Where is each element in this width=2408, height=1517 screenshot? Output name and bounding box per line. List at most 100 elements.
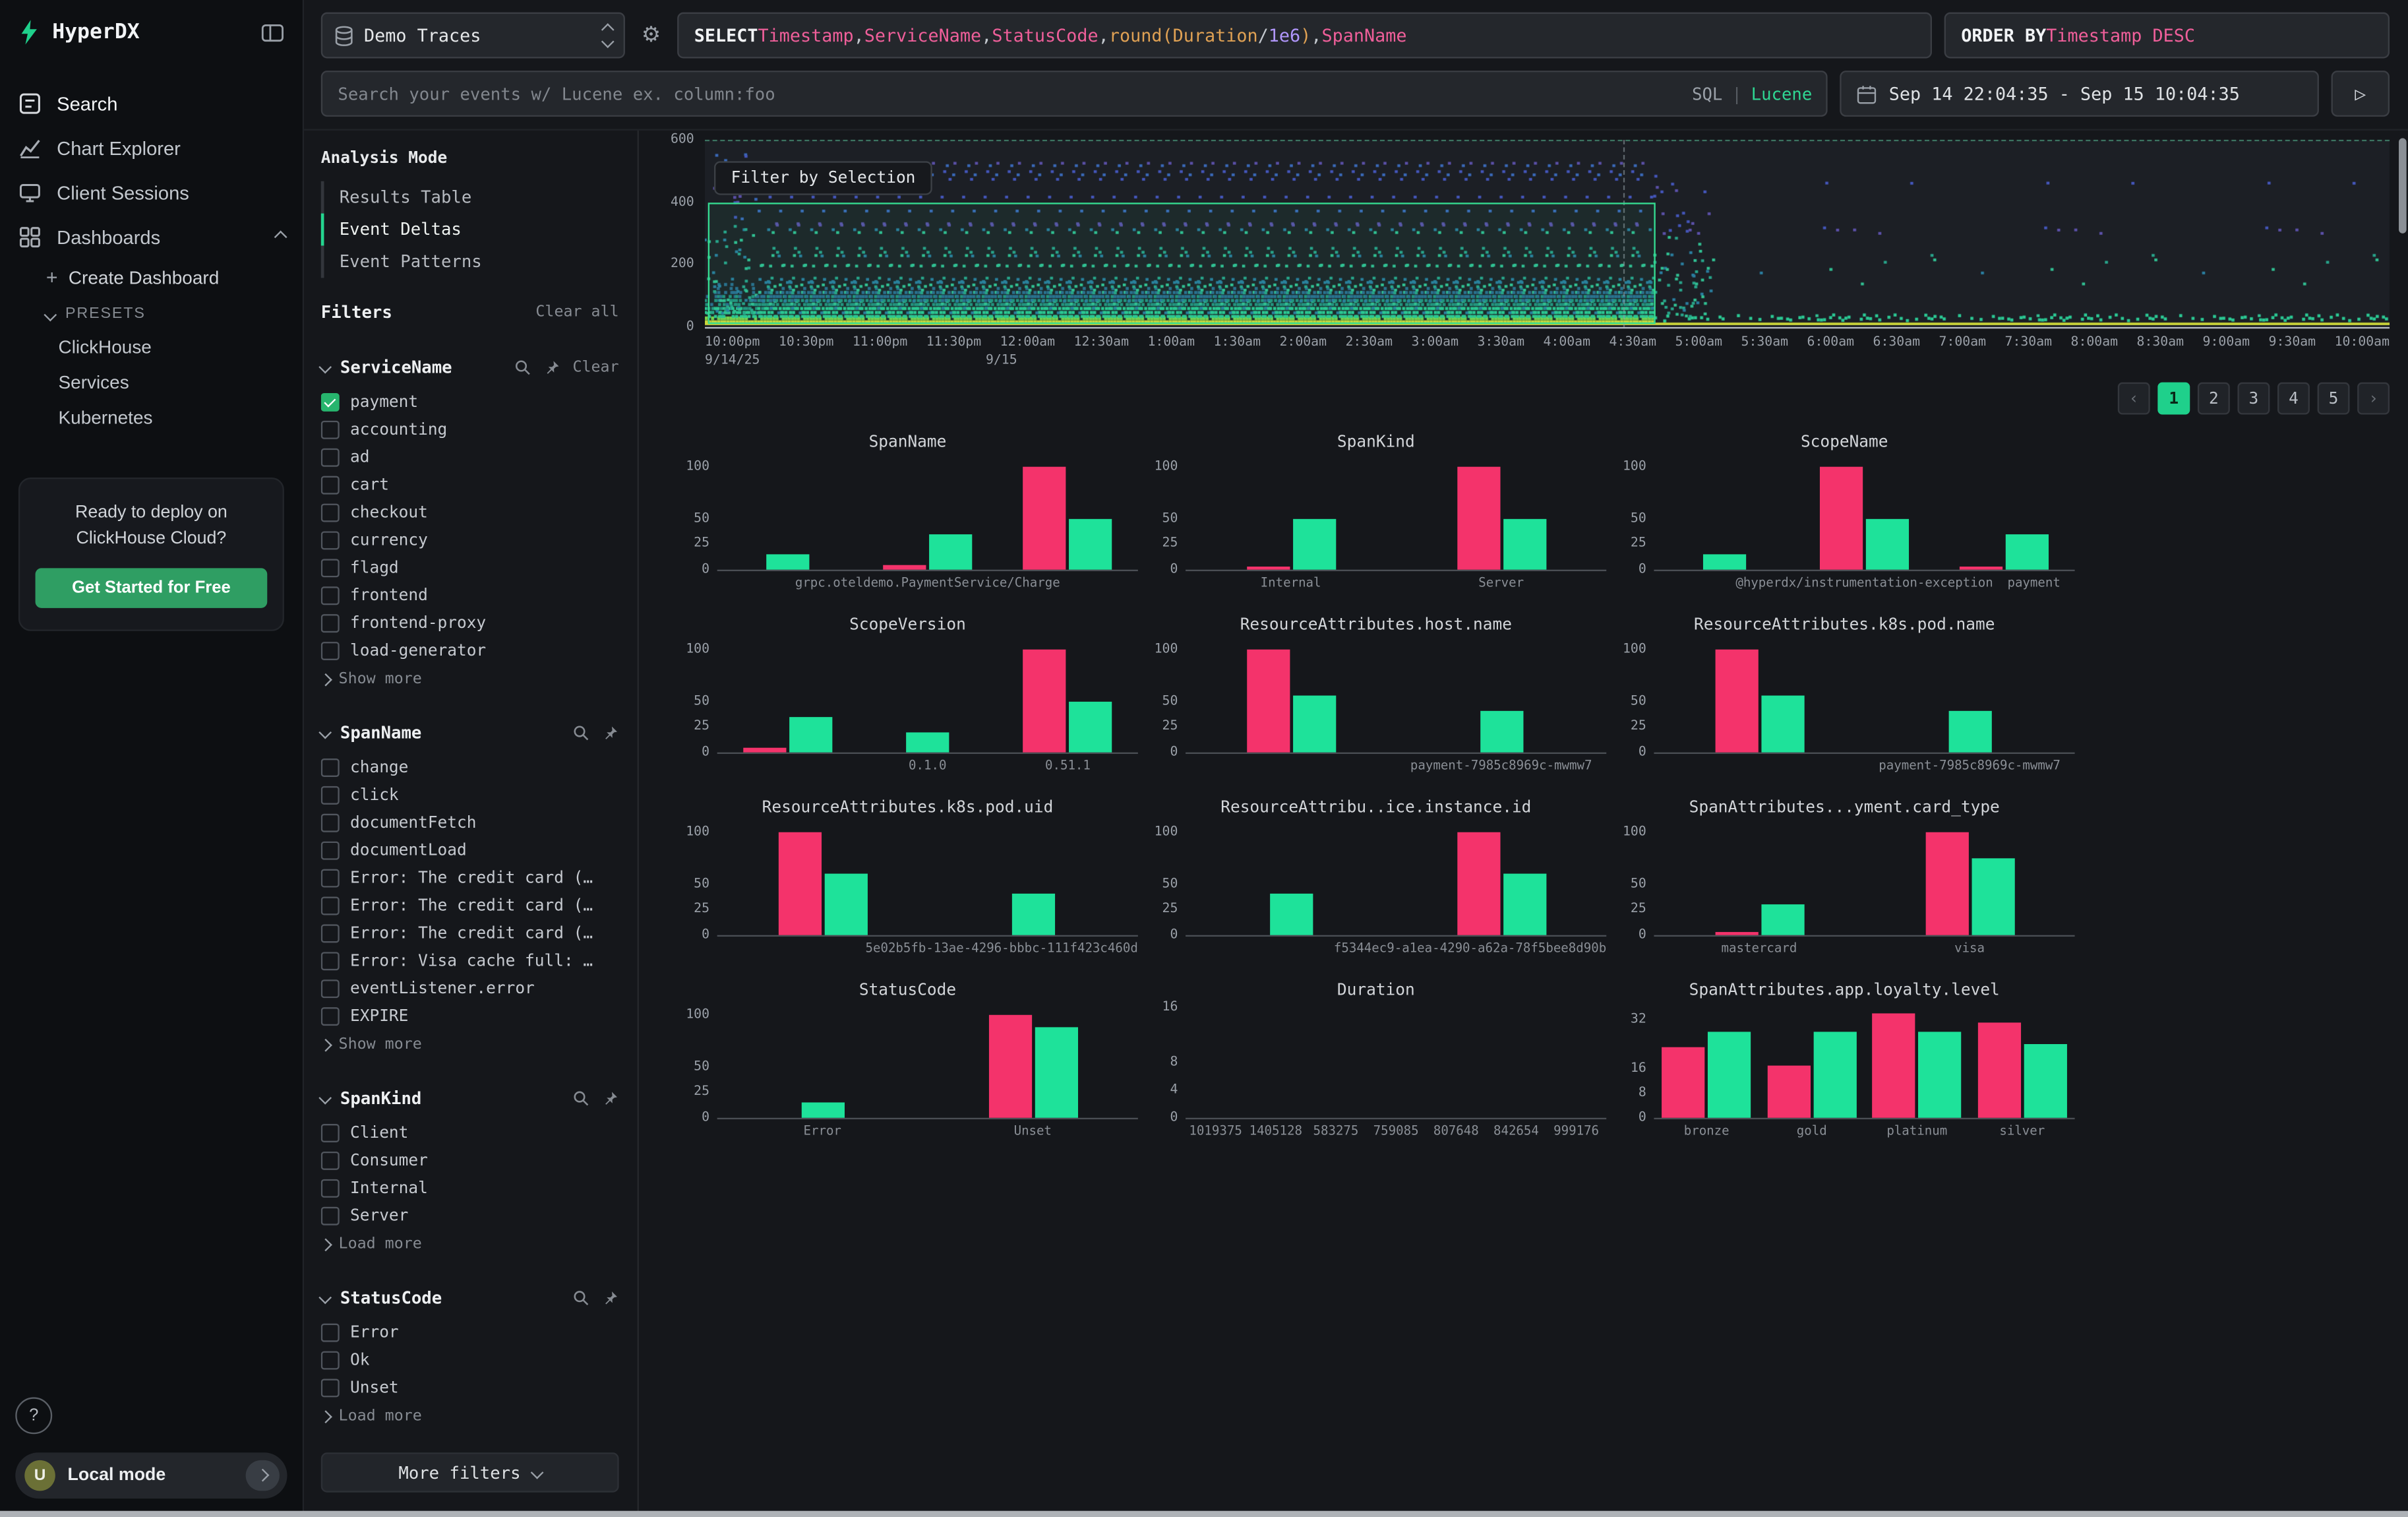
filter-option[interactable]: Error: The credit card (… — [321, 865, 619, 892]
checkbox[interactable] — [321, 1207, 340, 1225]
checkbox[interactable] — [321, 979, 340, 998]
filter-option[interactable]: click — [321, 782, 619, 809]
page-button-1[interactable]: 1 — [2157, 383, 2190, 415]
filter-option[interactable]: Error: The credit card (… — [321, 919, 619, 947]
filter-option[interactable]: Consumer — [321, 1147, 619, 1175]
search-icon[interactable] — [573, 1289, 590, 1306]
filter-option[interactable]: ad — [321, 444, 619, 472]
vertical-scrollbar-thumb[interactable] — [2399, 139, 2407, 233]
sidebar-item-chart-explorer[interactable]: Chart Explorer — [0, 126, 303, 171]
sidebar-item-search[interactable]: Search — [0, 81, 303, 126]
page-button-3[interactable]: 3 — [2237, 383, 2270, 415]
show-more-button[interactable]: Show more — [321, 671, 619, 688]
checkbox[interactable] — [321, 1124, 340, 1142]
prev-page-button[interactable]: ‹ — [2118, 383, 2150, 415]
more-filters-button[interactable]: More filters — [321, 1452, 619, 1493]
horizontal-scrollbar[interactable] — [0, 1511, 2408, 1517]
filter-group-header[interactable]: SpanName — [321, 718, 619, 746]
checkbox[interactable] — [321, 476, 340, 495]
checkbox[interactable] — [321, 842, 340, 860]
checkbox[interactable] — [321, 924, 340, 943]
show-more-button[interactable]: Load more — [321, 1408, 619, 1425]
sidebar-item-client-sessions[interactable]: Client Sessions — [0, 170, 303, 215]
checkbox[interactable] — [321, 393, 340, 412]
filter-option[interactable]: frontend — [321, 582, 619, 609]
filter-option[interactable]: Ok — [321, 1347, 619, 1375]
page-button-5[interactable]: 5 — [2318, 383, 2350, 415]
filter-option[interactable]: Error: The credit card (… — [321, 892, 619, 920]
page-button-4[interactable]: 4 — [2277, 383, 2310, 415]
search-icon[interactable] — [573, 1090, 590, 1107]
checkbox[interactable] — [321, 786, 340, 805]
checkbox[interactable] — [321, 814, 340, 832]
checkbox[interactable] — [321, 449, 340, 467]
checkbox[interactable] — [321, 421, 340, 439]
pin-icon[interactable] — [543, 359, 560, 376]
filter-option[interactable]: currency — [321, 526, 619, 554]
lang-sql[interactable]: SQL — [1692, 84, 1722, 104]
checkbox[interactable] — [321, 614, 340, 633]
filter-option[interactable]: documentFetch — [321, 809, 619, 837]
filter-option[interactable]: cart — [321, 472, 619, 499]
checkbox[interactable] — [321, 897, 340, 915]
search-icon[interactable] — [514, 359, 531, 376]
run-query-button[interactable]: ▷ — [2332, 71, 2390, 117]
checkbox[interactable] — [321, 758, 340, 777]
filter-option[interactable]: Internal — [321, 1175, 619, 1202]
gear-icon[interactable]: ⚙ — [638, 13, 665, 59]
mode-event-deltas[interactable]: Event Deltas — [321, 214, 619, 246]
filter-group-header[interactable]: StatusCode — [321, 1284, 619, 1311]
next-page-button[interactable]: › — [2357, 383, 2390, 415]
filter-option[interactable]: Error — [321, 1319, 619, 1347]
show-more-button[interactable]: Show more — [321, 1036, 619, 1053]
filter-option[interactable]: Server — [321, 1202, 619, 1230]
filter-option[interactable]: EXPIRE — [321, 1003, 619, 1030]
filter-by-selection-button[interactable]: Filter by Selection — [714, 161, 932, 195]
checkbox[interactable] — [321, 869, 340, 888]
page-button-2[interactable]: 2 — [2198, 383, 2230, 415]
local-mode-menu[interactable]: U Local mode — [15, 1452, 287, 1499]
time-chart-plot[interactable]: Filter by Selection — [705, 140, 2390, 328]
sidebar-item-services[interactable]: Services — [0, 364, 303, 400]
sidebar-item-dashboards[interactable]: Dashboards — [0, 215, 303, 260]
filter-option[interactable]: frontend-proxy — [321, 609, 619, 637]
brush-selection[interactable] — [708, 202, 1654, 324]
checkbox[interactable] — [321, 1179, 340, 1198]
filter-option[interactable]: eventListener.error — [321, 975, 619, 1003]
get-started-button[interactable]: Get Started for Free — [36, 569, 268, 609]
filter-option[interactable]: checkout — [321, 499, 619, 527]
collapse-sidebar-icon[interactable] — [261, 20, 284, 44]
sidebar-item-clickhouse[interactable]: ClickHouse — [0, 328, 303, 364]
source-select[interactable]: Demo Traces — [321, 13, 625, 59]
sidebar-item-kubernetes[interactable]: Kubernetes — [0, 399, 303, 435]
lang-lucene[interactable]: Lucene — [1751, 84, 1813, 104]
filter-group-header[interactable]: ServiceNameClear — [321, 353, 619, 381]
checkbox[interactable] — [321, 504, 340, 522]
checkbox[interactable] — [321, 642, 340, 660]
mode-event-patterns[interactable]: Event Patterns — [321, 245, 619, 278]
sql-select-editor[interactable]: SELECT Timestamp, ServiceName, StatusCod… — [677, 13, 1932, 59]
checkbox[interactable] — [321, 1152, 340, 1170]
checkbox[interactable] — [321, 1007, 340, 1026]
presets-toggle[interactable]: PRESETS — [0, 296, 303, 328]
order-by-editor[interactable]: ORDER BY Timestamp DESC — [1944, 13, 2390, 59]
checkbox[interactable] — [321, 1378, 340, 1397]
language-toggle[interactable]: SQL | Lucene — [1692, 71, 1812, 117]
filter-option[interactable]: change — [321, 754, 619, 782]
filter-option[interactable]: Unset — [321, 1375, 619, 1402]
checkbox[interactable] — [321, 1351, 340, 1370]
help-button[interactable]: ? — [15, 1397, 52, 1434]
search-input[interactable] — [321, 71, 1828, 117]
checkbox[interactable] — [321, 531, 340, 549]
clear-filter-button[interactable]: Clear — [572, 359, 618, 376]
filter-option[interactable]: payment — [321, 388, 619, 416]
pin-icon[interactable] — [602, 1090, 619, 1107]
clear-all-button[interactable]: Clear all — [535, 304, 618, 321]
date-range-picker[interactable]: Sep 14 22:04:35 - Sep 15 10:04:35 — [1840, 71, 2319, 117]
mode-results-table[interactable]: Results Table — [321, 181, 619, 214]
filter-option[interactable]: flagd — [321, 554, 619, 582]
filter-option[interactable]: load-generator — [321, 637, 619, 665]
create-dashboard-button[interactable]: + Create Dashboard — [0, 259, 303, 296]
filter-option[interactable]: accounting — [321, 416, 619, 444]
show-more-button[interactable]: Load more — [321, 1236, 619, 1253]
